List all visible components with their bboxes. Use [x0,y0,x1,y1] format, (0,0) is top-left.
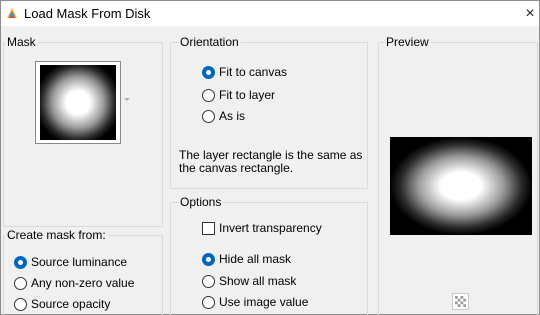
radio-label: As is [219,109,246,123]
transparency-checker-icon[interactable] [452,293,469,310]
radio-any-non-zero[interactable]: Any non-zero value [14,276,134,290]
preview-label: Preview [384,35,431,49]
paint-program-icon [5,6,19,20]
radio-button[interactable] [202,65,215,79]
radio-label: Use image value [219,295,309,309]
radio-button[interactable] [202,252,215,266]
create-mask-label: Create mask from: [5,228,108,242]
radio-button[interactable] [202,88,215,102]
checkbox-label: Invert transparency [219,221,322,235]
radio-button[interactable] [14,276,27,290]
title-bar: Load Mask From Disk × [1,1,539,26]
radio-show-all-mask[interactable]: Show all mask [202,274,296,288]
mask-thumbnail[interactable] [35,61,121,144]
orientation-note: The layer rectangle is the same as the c… [179,148,363,175]
radio-label: Hide all mask [219,252,292,266]
radio-button[interactable] [202,109,215,123]
close-icon: × [525,4,535,22]
radio-button[interactable] [202,295,215,309]
orientation-label: Orientation [178,35,241,49]
checkbox[interactable] [202,221,215,235]
radio-use-image-value[interactable]: Use image value [202,295,308,309]
radio-fit-to-canvas[interactable]: Fit to canvas [202,65,287,79]
chevron-down-icon[interactable] [124,98,130,101]
radio-label: Show all mask [219,274,297,288]
radio-button[interactable] [14,255,27,269]
radio-fit-to-layer[interactable]: Fit to layer [202,88,275,102]
radio-as-is[interactable]: As is [202,109,245,123]
radio-source-opacity[interactable]: Source opacity [14,297,110,311]
close-button[interactable]: × [521,1,539,26]
window-title: Load Mask From Disk [24,6,151,21]
radio-label: Source opacity [31,297,111,311]
mask-thumbnail-image [40,65,116,140]
preview-image [390,137,532,235]
radio-button[interactable] [14,297,27,311]
radio-hide-all-mask[interactable]: Hide all mask [202,252,291,266]
radio-label: Source luminance [31,255,128,269]
radio-button[interactable] [202,274,215,288]
options-label: Options [178,195,224,209]
checkbox-invert-transparency[interactable]: Invert transparency [202,221,322,235]
radio-label: Fit to canvas [219,65,288,79]
load-mask-dialog: Load Mask From Disk × Mask Create mask f… [0,0,540,315]
radio-label: Any non-zero value [31,276,135,290]
radio-source-luminance[interactable]: Source luminance [14,255,127,269]
mask-group-label: Mask [5,35,38,49]
radio-label: Fit to layer [219,88,276,102]
